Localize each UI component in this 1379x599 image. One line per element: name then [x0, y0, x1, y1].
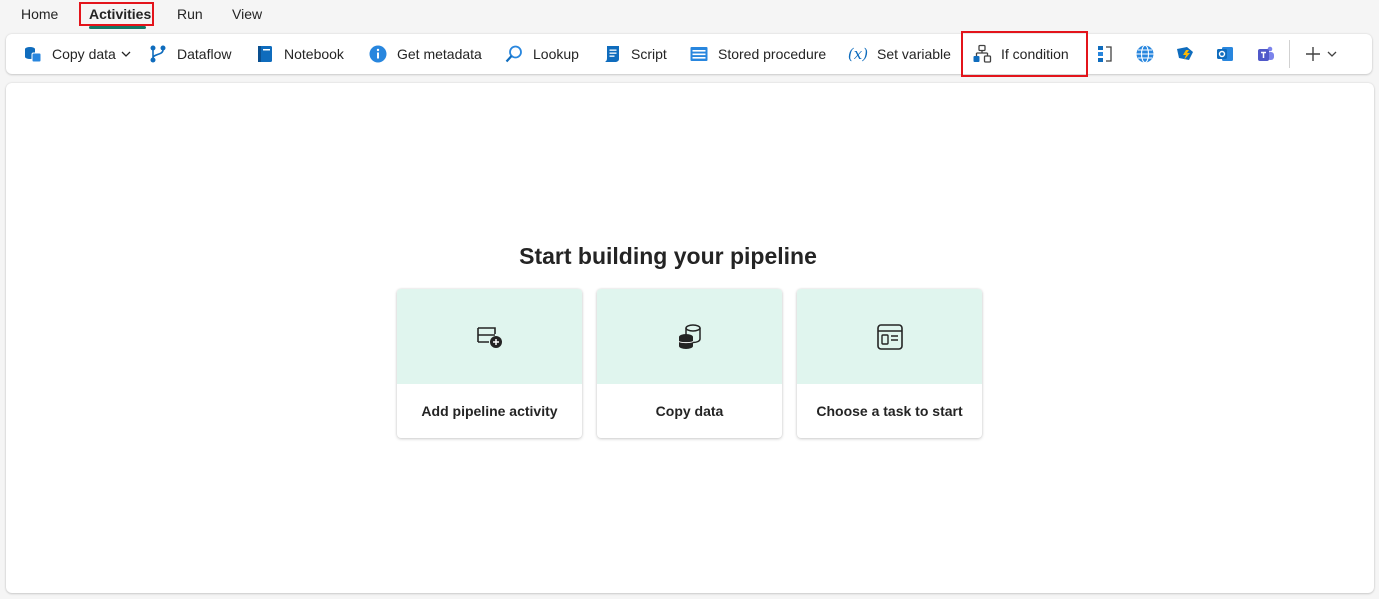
- tab-view[interactable]: View: [230, 5, 264, 25]
- copy-data-icon: [23, 44, 43, 64]
- if-condition-label: If condition: [1001, 46, 1069, 62]
- if-condition-icon: [972, 44, 992, 64]
- activities-toolbar: Copy data Dataflow Notebook Get metadata…: [6, 34, 1372, 74]
- dataflow-icon: [148, 44, 168, 64]
- script-label: Script: [631, 46, 667, 62]
- pipeline-canvas: Start building your pipeline Add pipelin…: [6, 83, 1374, 593]
- notebook-button[interactable]: Notebook: [255, 34, 344, 74]
- get-metadata-button[interactable]: Get metadata: [368, 34, 482, 74]
- lookup-label: Lookup: [533, 46, 579, 62]
- copy-data-button[interactable]: Copy data: [23, 34, 131, 74]
- database-copy-icon: [676, 322, 704, 352]
- set-variable-button[interactable]: (x) Set variable: [848, 34, 951, 74]
- switch-icon[interactable]: [1095, 44, 1115, 64]
- card-label: Copy data: [655, 403, 724, 419]
- azure-function-icon[interactable]: [1175, 44, 1195, 64]
- web-icon[interactable]: [1135, 44, 1155, 64]
- lookup-icon: [504, 44, 524, 64]
- page-title: Start building your pipeline: [519, 243, 817, 269]
- card-illustration: [597, 289, 782, 384]
- plus-icon: [1304, 45, 1322, 63]
- teams-icon[interactable]: [1255, 44, 1275, 64]
- stored-procedure-icon: [689, 44, 709, 64]
- tab-activities[interactable]: Activities: [87, 5, 153, 25]
- chevron-down-icon: [121, 49, 131, 59]
- card-label: Add pipeline activity: [421, 403, 558, 419]
- stored-procedure-label: Stored procedure: [718, 46, 827, 62]
- card-label: Choose a task to start: [816, 403, 963, 419]
- copy-data-card[interactable]: Copy data: [597, 289, 782, 438]
- more-activities-button[interactable]: [1304, 34, 1337, 74]
- toolbar-divider: [1289, 40, 1290, 68]
- choose-task-card[interactable]: Choose a task to start: [797, 289, 982, 438]
- notebook-label: Notebook: [284, 46, 344, 62]
- notebook-icon: [255, 44, 275, 64]
- lookup-button[interactable]: Lookup: [504, 34, 579, 74]
- outlook-icon[interactable]: [1215, 44, 1235, 64]
- tab-home[interactable]: Home: [19, 5, 60, 25]
- active-tab-indicator: [89, 26, 146, 29]
- task-template-icon: [876, 323, 904, 351]
- stored-procedure-button[interactable]: Stored procedure: [689, 34, 826, 74]
- add-pipeline-activity-card[interactable]: Add pipeline activity: [397, 289, 582, 438]
- chevron-down-icon: [1327, 49, 1337, 59]
- script-button[interactable]: Script: [602, 34, 667, 74]
- add-activity-icon: [475, 324, 505, 350]
- copy-data-label: Copy data: [52, 46, 116, 62]
- tab-run[interactable]: Run: [175, 5, 205, 25]
- set-variable-label: Set variable: [877, 46, 951, 62]
- card-illustration: [797, 289, 982, 384]
- script-icon: [602, 44, 622, 64]
- card-illustration: [397, 289, 582, 384]
- get-metadata-label: Get metadata: [397, 46, 482, 62]
- ribbon-tabs: Home Activities Run View: [0, 0, 1379, 32]
- info-icon: [368, 44, 388, 64]
- variable-icon: (x): [847, 45, 869, 63]
- dataflow-label: Dataflow: [177, 46, 232, 62]
- dataflow-button[interactable]: Dataflow: [148, 34, 231, 74]
- if-condition-button[interactable]: If condition: [972, 34, 1069, 74]
